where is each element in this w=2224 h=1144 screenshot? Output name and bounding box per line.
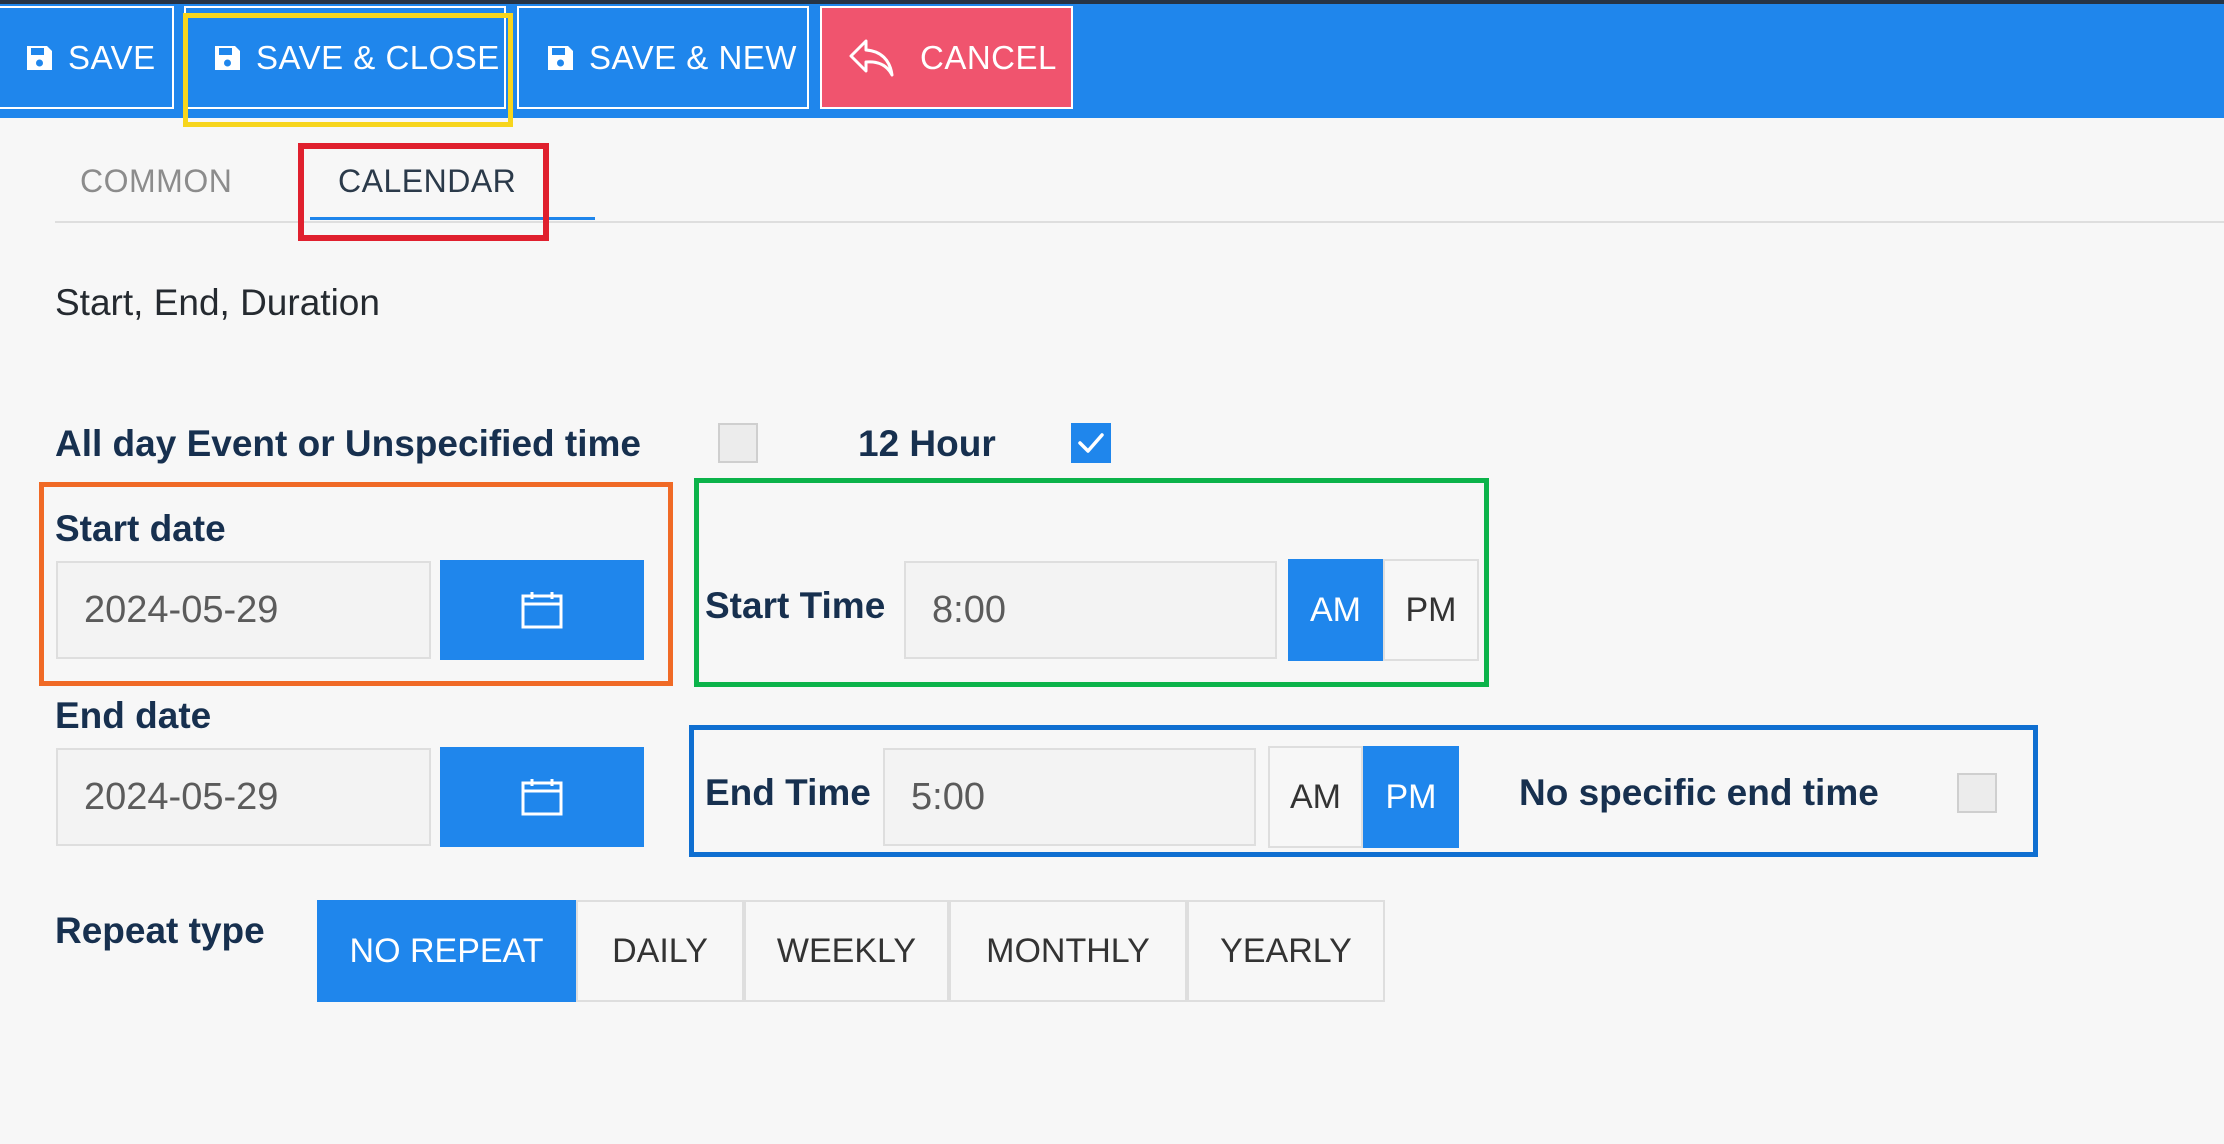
- active-tab-indicator: [310, 217, 595, 220]
- start-date-picker-button[interactable]: [440, 560, 644, 660]
- save-and-new-button[interactable]: SAVE & NEW: [517, 6, 809, 109]
- calendar-icon: [521, 779, 563, 816]
- floppy-disk-icon: [24, 43, 54, 73]
- end-time-label: End Time: [705, 772, 871, 813]
- save-label: SAVE: [68, 38, 156, 76]
- end-am-toggle[interactable]: AM: [1268, 746, 1363, 848]
- save-and-new-label: SAVE & NEW: [589, 38, 797, 76]
- twelve-hour-checkbox[interactable]: [1071, 423, 1111, 463]
- floppy-disk-icon: [212, 43, 242, 73]
- end-date-picker-button[interactable]: [440, 747, 644, 847]
- calendar-icon: [521, 592, 563, 629]
- repeat-type-label: Repeat type: [55, 910, 265, 951]
- no-specific-end-time-checkbox[interactable]: [1957, 773, 1997, 813]
- all-day-label: All day Event or Unspecified time: [55, 423, 641, 464]
- end-time-input[interactable]: 5:00: [883, 748, 1256, 846]
- floppy-disk-icon: [545, 43, 575, 73]
- repeat-weekly-button[interactable]: WEEKLY: [744, 900, 949, 1002]
- tab-bar: COMMON CALENDAR: [55, 125, 2224, 223]
- repeat-no-repeat-button[interactable]: NO REPEAT: [317, 900, 576, 1002]
- repeat-yearly-button[interactable]: YEARLY: [1187, 900, 1385, 1002]
- section-title: Start, End, Duration: [55, 282, 380, 323]
- reply-arrow-icon: [848, 38, 894, 78]
- save-and-close-label: SAVE & CLOSE: [256, 38, 500, 76]
- tab-common[interactable]: COMMON: [80, 163, 232, 200]
- twelve-hour-label: 12 Hour: [858, 423, 996, 464]
- end-date-label: End date: [55, 695, 212, 736]
- end-date-input[interactable]: 2024-05-29: [56, 748, 431, 846]
- event-editor-page: SAVE SAVE & CLOSE SAVE & NEW CANCEL COMM…: [0, 0, 2224, 1144]
- end-pm-toggle[interactable]: PM: [1363, 746, 1459, 848]
- tab-calendar[interactable]: CALENDAR: [338, 163, 516, 200]
- all-day-checkbox[interactable]: [718, 423, 758, 463]
- no-specific-end-time-label: No specific end time: [1519, 772, 1879, 813]
- cancel-label: CANCEL: [920, 38, 1057, 76]
- save-button[interactable]: SAVE: [0, 6, 174, 109]
- start-time-input[interactable]: 8:00: [904, 561, 1277, 659]
- repeat-monthly-button[interactable]: MONTHLY: [949, 900, 1187, 1002]
- start-date-input[interactable]: 2024-05-29: [56, 561, 431, 659]
- cancel-button[interactable]: CANCEL: [820, 6, 1073, 109]
- start-am-toggle[interactable]: AM: [1288, 559, 1383, 661]
- save-and-close-button[interactable]: SAVE & CLOSE: [184, 6, 506, 109]
- start-time-label: Start Time: [705, 585, 886, 626]
- repeat-daily-button[interactable]: DAILY: [576, 900, 744, 1002]
- start-date-label: Start date: [55, 508, 226, 549]
- start-pm-toggle[interactable]: PM: [1383, 559, 1479, 661]
- checkmark-icon: [1078, 433, 1104, 453]
